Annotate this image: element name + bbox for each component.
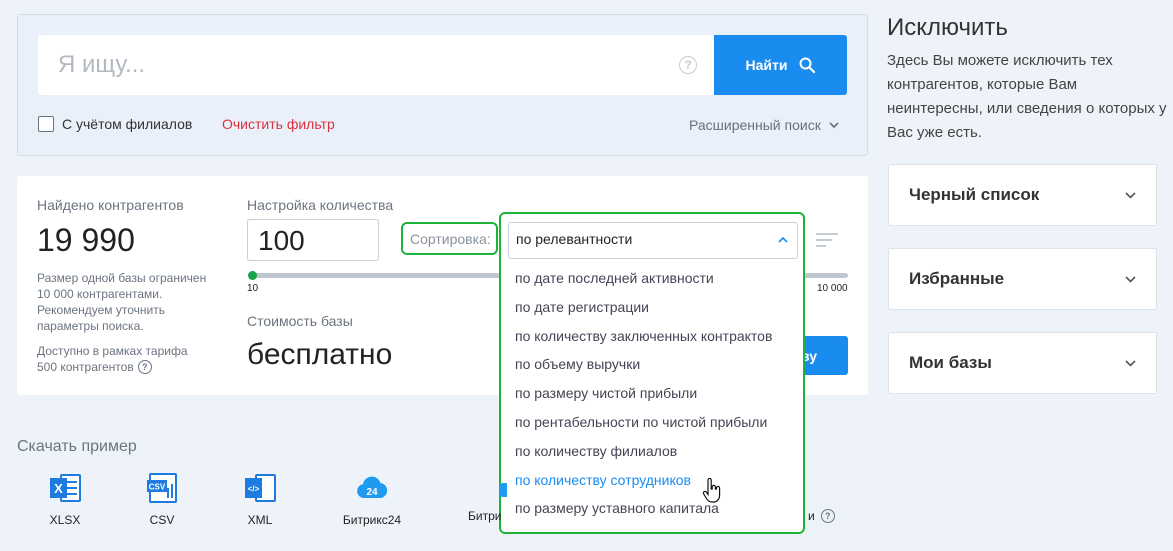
csv-file-icon: CSV <box>147 473 177 503</box>
search-button[interactable]: Найти <box>714 35 847 95</box>
accordion-blacklist-label: Черный список <box>909 185 1040 204</box>
found-count: 19 990 <box>37 222 135 258</box>
download-help-icon[interactable]: ? <box>820 509 835 523</box>
svg-text:</>: </> <box>248 485 260 494</box>
search-button-label: Найти <box>745 57 788 73</box>
search-input[interactable] <box>38 35 714 95</box>
download-csv[interactable]: CSV CSV <box>127 472 197 527</box>
cost-label: Стоимость базы <box>247 313 353 329</box>
accordion-my-bases[interactable]: Мои базы <box>888 332 1157 394</box>
qty-label: Настройка количества <box>247 197 394 213</box>
chevron-down-icon <box>1125 191 1136 199</box>
download-partial-right[interactable]: и ? <box>808 509 835 523</box>
limit-note: Размер одной базы ограничен 10 000 контр… <box>37 271 207 333</box>
xml-file-icon: </> <box>245 474 276 502</box>
download-sample-title: Скачать пример <box>17 438 137 455</box>
excel-file-icon: X <box>50 474 81 502</box>
sort-lines-icon[interactable] <box>816 233 838 247</box>
chevron-down-icon <box>1125 359 1136 367</box>
qty-input[interactable]: 100 <box>247 219 379 261</box>
download-xlsx[interactable]: X XLSX <box>30 472 100 527</box>
accordion-my-bases-label: Мои базы <box>909 353 992 372</box>
advanced-search-label: Расширенный поиск <box>689 117 821 133</box>
accordion-favorites[interactable]: Избранные <box>888 248 1157 310</box>
clear-filter-link[interactable]: Очистить фильтр <box>222 116 335 132</box>
tariff-note: Доступно в рамках тарифа 500 контрагенто… <box>37 344 188 374</box>
svg-text:X: X <box>54 481 63 496</box>
download-partial-left[interactable]: Битри <box>468 509 501 523</box>
chevron-down-icon <box>1125 275 1136 283</box>
cost-value: бесплатно <box>247 338 393 371</box>
chevron-down-icon <box>829 121 839 128</box>
download-bitrix24[interactable]: 24 Битрикс24 <box>337 472 407 527</box>
download-xml[interactable]: </> XML <box>225 472 295 527</box>
accordion-favorites-label: Избранные <box>909 269 1005 288</box>
search-input-wrapper[interactable] <box>38 35 714 95</box>
found-label: Найдено контрагентов <box>37 197 184 213</box>
exclude-title: Исключить <box>887 14 1008 41</box>
sort-dropdown-highlight <box>499 212 805 534</box>
accordion-blacklist[interactable]: Черный список <box>888 164 1157 226</box>
sort-label: Сортировка: <box>410 231 491 247</box>
qty-slider-handle[interactable] <box>248 271 257 280</box>
slider-min-label: 10 <box>247 283 259 294</box>
search-help-icon[interactable]: ? <box>679 56 697 74</box>
partial-cloud-icon <box>499 483 507 497</box>
branches-label[interactable]: С учётом филиалов <box>62 116 192 132</box>
branches-checkbox[interactable] <box>38 116 54 132</box>
bitrix24-cloud-icon: 24 <box>357 476 388 498</box>
hand-cursor-icon <box>702 478 721 503</box>
exclude-description: Здесь Вы можете исключить тех контрагент… <box>887 52 1167 141</box>
svg-text:24: 24 <box>366 487 378 498</box>
svg-text:CSV: CSV <box>149 483 166 492</box>
advanced-search-link[interactable]: Расширенный поиск <box>689 117 839 133</box>
tariff-help-icon[interactable]: ? <box>137 360 152 374</box>
slider-max-label: 10 000 <box>817 283 848 294</box>
search-icon <box>799 57 816 73</box>
